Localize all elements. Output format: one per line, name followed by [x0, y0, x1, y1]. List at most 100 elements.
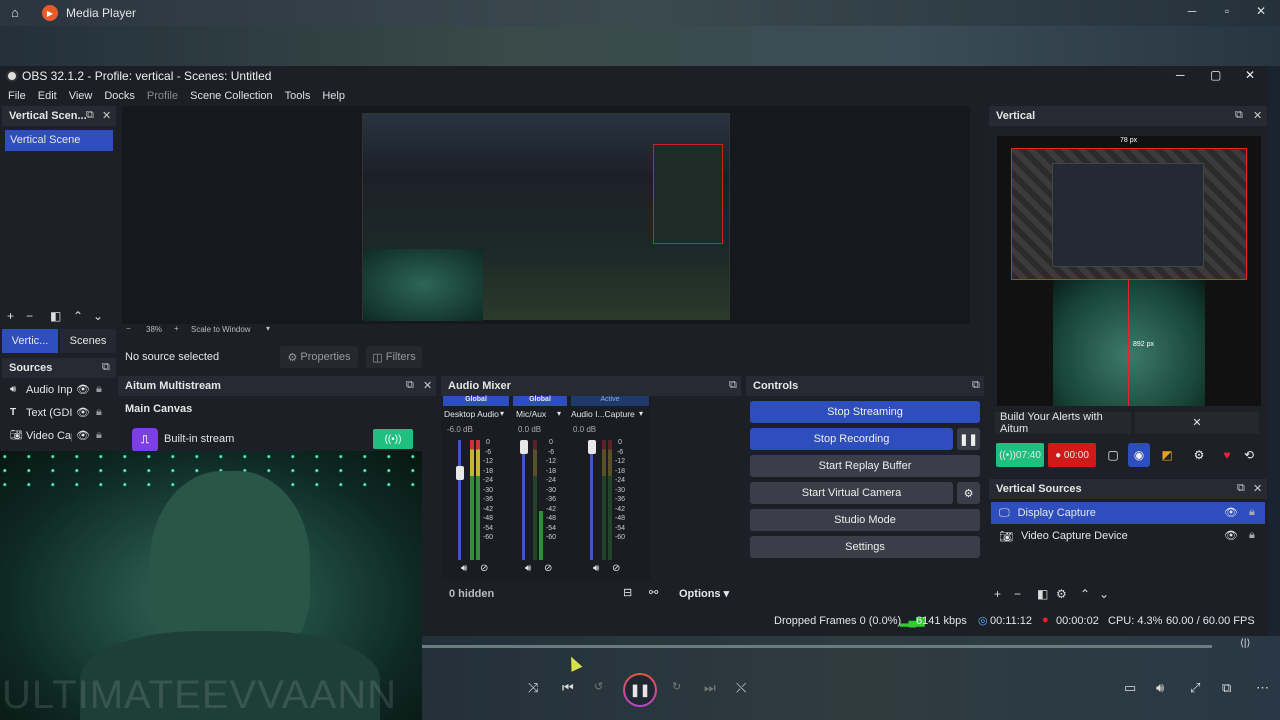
gear-icon[interactable]: ⚙︎ [1056, 587, 1067, 601]
menu-docks[interactable]: Docks [98, 90, 141, 102]
scale-mode[interactable]: Scale to Window [191, 325, 251, 334]
down-icon[interactable]: ⌄ [1099, 587, 1109, 601]
shuffle-icon[interactable]: ⤨ [528, 680, 538, 696]
eye-icon[interactable]: 👁︎ [76, 429, 90, 442]
refresh-icon[interactable]: ⟲ [1239, 443, 1259, 467]
fader-knob[interactable] [456, 466, 464, 480]
volume-icon[interactable]: 🔊︎ [525, 563, 531, 574]
rewind-10-icon[interactable]: ↺ [594, 680, 603, 693]
previous-icon[interactable]: ⏮︎ [562, 680, 574, 696]
heart-icon[interactable]: ♥ [1216, 443, 1238, 467]
eye-icon[interactable]: 👁︎ [76, 383, 90, 396]
obs-minimize-icon[interactable]: ─ [1176, 68, 1185, 82]
minimize-icon[interactable]: ─ [1181, 4, 1203, 22]
menu-scene-collection[interactable]: Scene Collection [184, 90, 279, 102]
volume-icon[interactable]: 🔊︎ [461, 563, 467, 574]
add-icon[interactable]: + [7, 309, 14, 323]
fullscreen-icon[interactable]: ⤢ [1190, 680, 1200, 696]
eye-icon[interactable]: 👁︎ [76, 406, 90, 419]
zoom-in-icon[interactable]: + [174, 324, 179, 333]
more-options-icon[interactable]: ⋯ [1256, 680, 1269, 696]
source-item[interactable]: 🔊︎ Audio Inp 👁︎ 🔒︎ [2, 378, 116, 401]
volume-fader[interactable] [590, 440, 593, 560]
float-icon[interactable]: ⧉ [1235, 109, 1243, 122]
monitor-off-icon[interactable]: ⊘ [612, 563, 620, 574]
virtualcam-icon[interactable]: ◉ [1128, 443, 1150, 467]
scene-item[interactable]: Vertical Scene [5, 130, 113, 151]
eye-icon[interactable]: 👁︎ [1224, 506, 1238, 519]
layout-icon[interactable]: ⊟ [623, 586, 632, 599]
properties-button[interactable]: ⚙︎ Properties [280, 346, 358, 368]
monitor-off-icon[interactable]: ⊘ [544, 563, 552, 574]
tab-scenes[interactable]: Scenes [60, 329, 116, 353]
float-icon[interactable]: ⧉ [86, 109, 94, 122]
gear-icon[interactable]: ⚙︎ [1188, 443, 1210, 467]
remove-icon[interactable]: − [1014, 587, 1021, 601]
menu-profile[interactable]: Profile [141, 90, 184, 102]
chevron-down-icon[interactable]: ▾ [557, 409, 561, 418]
close-dock-icon[interactable]: ✕ [102, 109, 111, 122]
float-icon[interactable]: ⧉ [102, 361, 110, 374]
lock-icon[interactable]: 🔒︎ [1249, 529, 1255, 542]
volume-fader[interactable] [458, 440, 461, 560]
obs-maximize-icon[interactable]: ▢ [1210, 68, 1221, 82]
cast-icon[interactable]: ⧉ [1222, 680, 1231, 696]
filters-button[interactable]: ◫ Filters [366, 346, 422, 368]
source-item[interactable]: T Text (GDI+ 👁︎ 🔒︎ [2, 401, 116, 424]
add-icon[interactable]: + [994, 587, 1001, 601]
options-button[interactable]: Options ▾ [679, 587, 729, 600]
virtual-camera-button[interactable]: Start Virtual Camera [750, 482, 953, 504]
pause-recording-button[interactable]: ❚❚ [957, 428, 980, 450]
obs-close-icon[interactable]: ✕ [1245, 68, 1255, 82]
chevron-down-icon[interactable]: ▾ [639, 409, 643, 418]
next-icon[interactable]: ⏭︎ [704, 680, 716, 696]
repeat-off-icon[interactable]: ⤬ [736, 680, 746, 696]
replay-buffer-button[interactable]: Start Replay Buffer [750, 455, 980, 477]
vertical-record-button[interactable]: ● 00:00 [1048, 443, 1096, 467]
vertical-selection-box[interactable] [1011, 148, 1247, 280]
monitor-off-icon[interactable]: ⊘ [480, 563, 488, 574]
float-icon[interactable]: ⧉ [972, 379, 980, 392]
lock-icon[interactable]: 🔒︎ [96, 429, 102, 442]
close-dock-icon[interactable]: ✕ [1253, 109, 1262, 122]
source-item[interactable]: 📷︎ Video Cap 👁︎ 🔒︎ [2, 424, 116, 447]
stream-active-toggle[interactable]: ((•)) [373, 429, 413, 449]
hidden-count[interactable]: 0 hidden [449, 588, 494, 600]
lock-icon[interactable]: 🔒︎ [1249, 506, 1255, 519]
miniplayer-icon[interactable]: ▭ [1124, 680, 1136, 696]
forward-30-icon[interactable]: ↻ [672, 680, 681, 693]
menu-tools[interactable]: Tools [279, 90, 317, 102]
filter-icon[interactable]: ◧ [1037, 587, 1048, 601]
play-pause-button[interactable]: ❚❚ [623, 673, 657, 707]
channel-name[interactable]: Desktop Audio [444, 409, 499, 419]
channel-name[interactable]: Mic/Aux [516, 409, 546, 419]
home-icon[interactable]: ⌂ [11, 5, 19, 20]
fader-knob[interactable] [588, 440, 596, 454]
lock-icon[interactable]: 🔒︎ [96, 406, 102, 419]
vertical-source-item[interactable]: 📷︎ Video Capture Device 👁︎ 🔒︎ [991, 525, 1265, 547]
stop-recording-button[interactable]: Stop Recording [750, 428, 953, 450]
zoom-out-icon[interactable]: − [126, 324, 131, 333]
seek-bar[interactable] [422, 645, 1212, 648]
stop-streaming-button[interactable]: Stop Streaming [750, 401, 980, 423]
volume-fader[interactable] [522, 440, 525, 560]
chevron-down-icon[interactable]: ▾ [500, 409, 504, 418]
vertical-preview[interactable]: 78 px 892 px [997, 136, 1261, 406]
main-preview[interactable] [122, 106, 970, 324]
volume-icon[interactable]: 🔊︎ [593, 563, 599, 574]
float-icon[interactable]: ⧉ [406, 379, 414, 392]
up-icon[interactable]: ⌃ [73, 309, 83, 323]
volume-icon[interactable]: 🔊︎ [1156, 680, 1164, 696]
menu-file[interactable]: File [2, 90, 32, 102]
seek-end-icon[interactable]: ⟨|⟩ [1240, 638, 1250, 649]
eye-icon[interactable]: 👁︎ [1224, 529, 1238, 542]
menu-help[interactable]: Help [316, 90, 351, 102]
close-alert-icon[interactable]: ✕ [1135, 412, 1259, 434]
chevron-down-icon[interactable]: ▾ [266, 324, 270, 333]
lock-icon[interactable]: 🔒︎ [96, 383, 102, 396]
menu-edit[interactable]: Edit [32, 90, 63, 102]
down-icon[interactable]: ⌄ [93, 309, 103, 323]
tab-vertical-scenes[interactable]: Vertic... [2, 329, 58, 353]
virtual-camera-settings-button[interactable]: ⚙︎ [957, 482, 980, 504]
remove-icon[interactable]: − [26, 309, 33, 323]
